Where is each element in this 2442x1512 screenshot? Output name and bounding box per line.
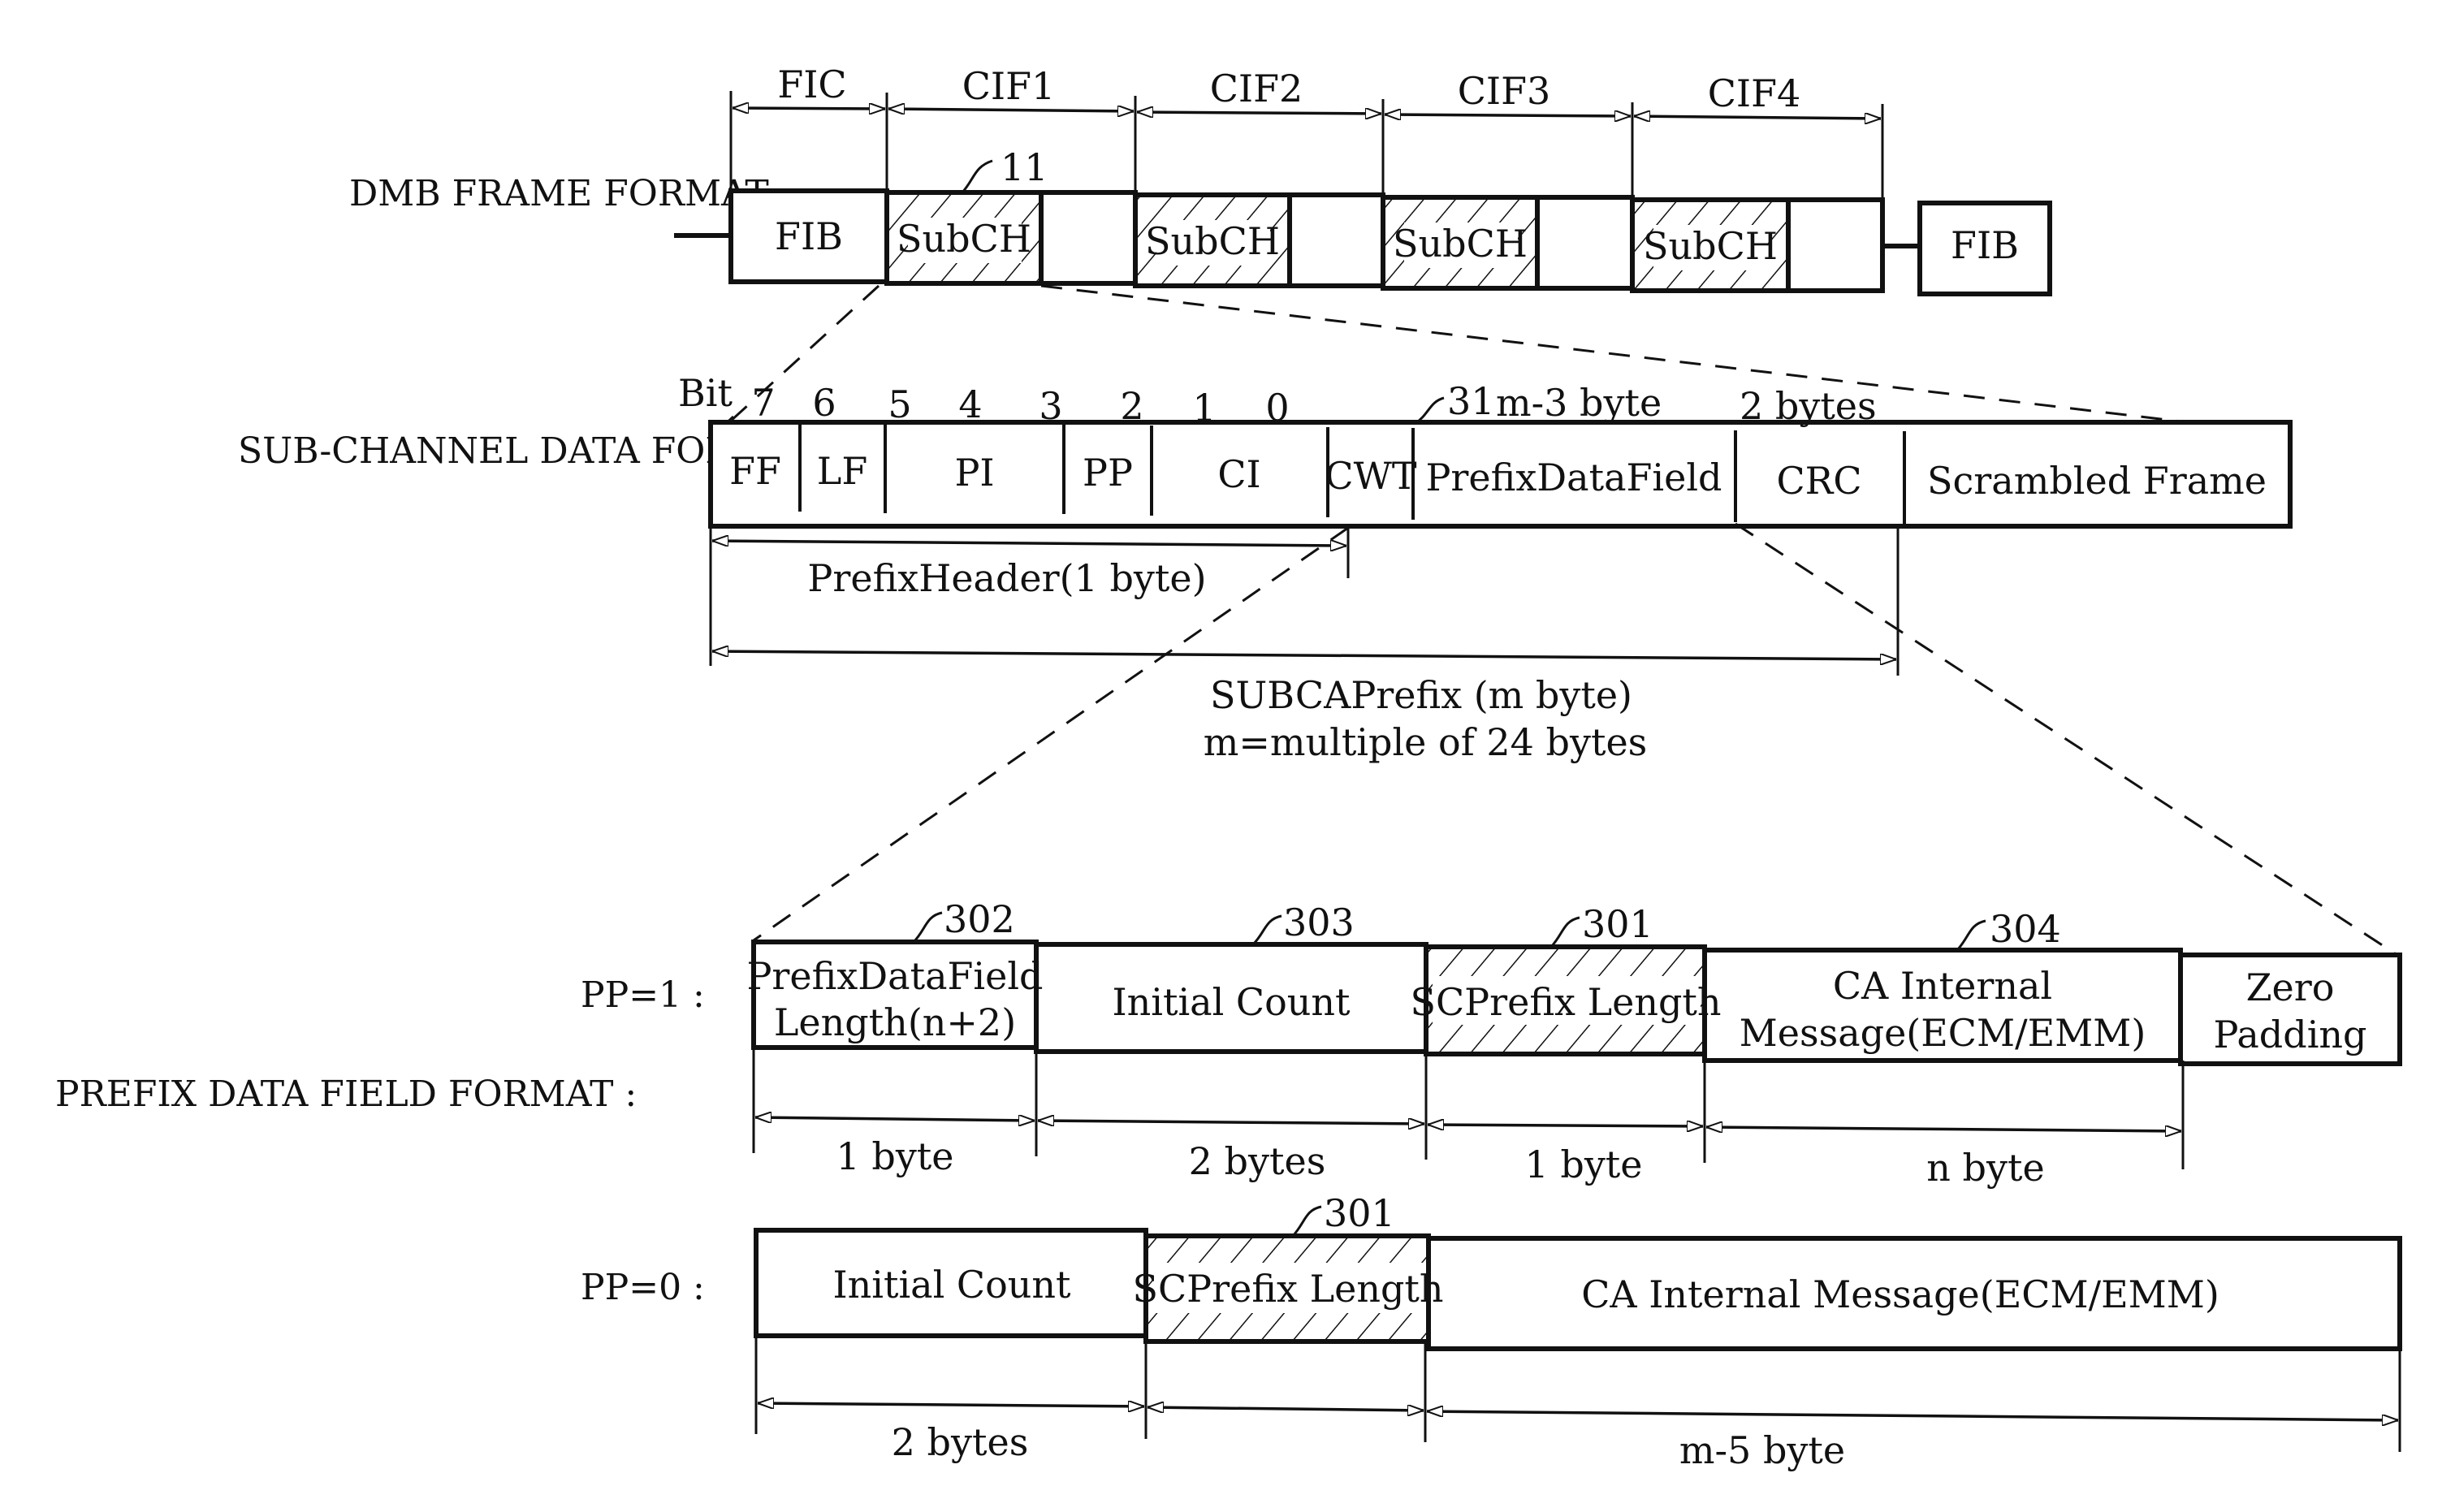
prefix-data-field-section: PREFIX DATA FIELD FORMAT : PP=1 : Prefix… [55, 897, 2402, 1472]
field-prefixdatafield: PrefixDataField [1425, 456, 1722, 499]
pp1-text-message-ecm-emm: Message(ECM/EMM) [1740, 1011, 2146, 1055]
ref-label-304: 304 [1990, 907, 2061, 951]
dmb-cell-text-subch-4: SubCH [1643, 224, 1778, 268]
dmb-cell-text-subch-1: SubCH [897, 217, 1031, 261]
bit-number-7: 7 [751, 381, 775, 425]
pp1-text-zero: Zero [2246, 966, 2335, 1009]
segment-label-cif2: CIF2 [1210, 67, 1303, 110]
field-ci: CI [1217, 452, 1260, 496]
segment-label-cif1: CIF1 [962, 64, 1056, 108]
segment-label-fic: FIC [777, 63, 846, 106]
pp1-text-length-n2: Length(n+2) [774, 1000, 1016, 1044]
ref-label-31: 31 [1447, 379, 1495, 423]
field-pp: PP [1083, 451, 1133, 495]
pp1-row: PP=1 : PrefixDataField Length(n+2) Initi… [581, 897, 2402, 1190]
ref-leader-11 [961, 159, 993, 193]
subchannel-section: SUB-CHANNEL DATA FORMAT : Bit 7 6 5 4 3 … [238, 371, 2293, 764]
dmb-cell-text-subch-2: SubCH [1145, 219, 1280, 263]
pp0-label: PP=0 : [581, 1267, 705, 1308]
ref-leader-302 [912, 911, 943, 944]
prefix-header-dim-label: PrefixHeader(1 byte) [807, 556, 1206, 600]
bit-number-6: 6 [812, 381, 836, 425]
subcaprefix-dim-note: m=multiple of 24 bytes [1204, 720, 1648, 764]
segment-label-cif4: CIF4 [1708, 71, 1801, 115]
dmb-cell-empty-1 [1039, 190, 1138, 286]
pp1-dim-1-byte: 1 byte [836, 1134, 953, 1178]
pp0-text-initial-count: Initial Count [832, 1263, 1071, 1307]
dmb-cell-empty-2 [1287, 192, 1385, 288]
pp0-row: PP=0 : Initial Count SCPrefix Length CA … [581, 1191, 2402, 1472]
dmb-cell-text-subch-3: SubCH [1393, 222, 1528, 266]
ref-label-11: 11 [1001, 145, 1048, 189]
field-scrambled-frame: Scrambled Frame [1927, 459, 2267, 503]
ref-leader-301-pp0 [1291, 1205, 1322, 1238]
bit-number-4: 4 [958, 382, 982, 426]
dmb-trailing-fib-text: FIB [1951, 223, 2019, 267]
subchannel-dimension-lines [709, 528, 1900, 676]
pp1-dim-1-byte-scprefix: 1 byte [1524, 1143, 1642, 1186]
pp1-dim-2-bytes: 2 bytes [1189, 1139, 1326, 1183]
field-crc: CRC [1776, 459, 1861, 503]
ref-label-302: 302 [944, 897, 1015, 941]
pp1-dim-n-byte: n byte [1926, 1146, 2044, 1190]
pp1-text-scprefix-length: SCPrefix Length [1410, 980, 1721, 1024]
ref-leader-301-pp1 [1549, 916, 1580, 948]
field-pi: PI [954, 451, 994, 495]
pp1-text-initial-count: Initial Count [1112, 980, 1351, 1024]
dmb-frame-section: DMB FRAME FORMAT : FIC CIF1 CIF2 CIF3 CI… [349, 63, 2052, 296]
field-lf: LF [817, 449, 867, 493]
bit-number-5: 5 [888, 382, 911, 426]
dmb-format-diagram: DMB FRAME FORMAT : FIC CIF1 CIF2 CIF3 CI… [55, 63, 2402, 1472]
dmb-frame-format-label: DMB FRAME FORMAT : [349, 173, 793, 214]
pp0-text-ca-internal-message: CA Internal Message(ECM/EMM) [1581, 1272, 2219, 1316]
field-cwt: CWT [1325, 454, 1416, 498]
pp1-text-prefixdatafield: PrefixDataField [746, 954, 1043, 998]
pp0-dim-m-5-byte: m-5 byte [1679, 1428, 1845, 1472]
dmb-cell-empty-3 [1535, 195, 1635, 291]
size-label-prefixdatafield: m-3 byte [1496, 381, 1662, 425]
subcaprefix-dim-label: SUBCAPrefix (m byte) [1210, 673, 1632, 717]
pp0-dim-2-bytes: 2 bytes [892, 1420, 1029, 1464]
pp1-label: PP=1 : [581, 974, 705, 1016]
prefix-data-field-format-label: PREFIX DATA FIELD FORMAT : [55, 1074, 637, 1115]
ref-label-301-pp1: 301 [1582, 902, 1653, 946]
field-ff: FF [729, 449, 781, 493]
pp1-text-ca-internal: CA Internal [1833, 964, 2052, 1008]
pp1-text-padding: Padding [2214, 1013, 2367, 1056]
pp0-text-scprefix-length: SCPrefix Length [1132, 1267, 1443, 1311]
dmb-cell-empty-4 [1786, 197, 1885, 293]
ref-label-301-pp0: 301 [1324, 1191, 1395, 1235]
ref-leader-304 [1956, 919, 1986, 952]
size-label-crc: 2 bytes [1740, 384, 1877, 428]
ref-leader-303 [1251, 914, 1282, 946]
ref-label-303: 303 [1283, 901, 1355, 944]
bit-label: Bit [678, 371, 733, 415]
dmb-cell-text-fib: FIB [775, 214, 843, 258]
segment-label-cif3: CIF3 [1458, 69, 1551, 113]
